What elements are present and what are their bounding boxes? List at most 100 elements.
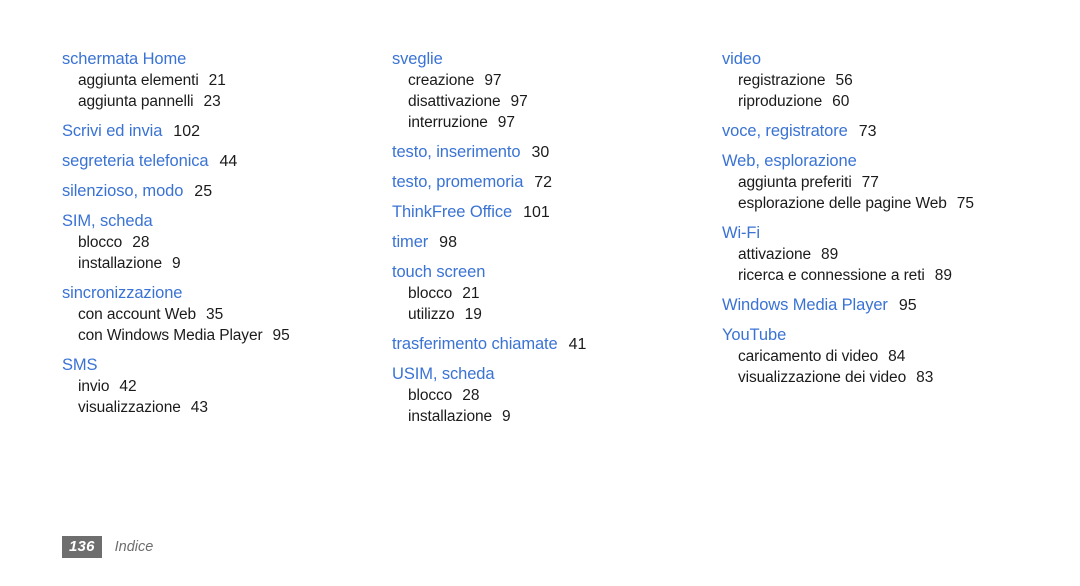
index-heading-entry[interactable]: Windows Media Player 95 [722, 295, 1062, 316]
index-page-number: 44 [219, 153, 238, 170]
index-heading-label: SMS [62, 356, 98, 374]
index-heading-label: testo, promemoria [392, 173, 524, 191]
index-group: YouTube caricamento di video 84 visualizzaz… [722, 325, 1062, 388]
index-sub-label: ricerca e connessione a reti [738, 267, 925, 284]
index-page-number: 72 [534, 174, 553, 191]
index-sub-entry[interactable]: attivazione 89 [738, 244, 1062, 265]
index-sub-entry[interactable]: interruzione 97 [408, 112, 722, 133]
index-page-number: 35 [205, 306, 224, 323]
index-heading-entry[interactable]: video [722, 49, 1062, 70]
index-heading-entry[interactable]: ThinkFree Office 101 [392, 202, 722, 223]
index-heading-entry[interactable]: voce, registratore 73 [722, 121, 1062, 142]
index-page-number: 75 [956, 195, 975, 212]
index-sub-entry[interactable]: riproduzione 60 [738, 91, 1062, 112]
index-column: schermata Home aggiunta elementi 21 aggiunt… [62, 49, 392, 418]
index-sub-entry[interactable]: registrazione 56 [738, 70, 1062, 91]
index-heading-entry[interactable]: Wi-Fi [722, 223, 1062, 244]
index-heading-entry[interactable]: segreteria telefonica 44 [62, 151, 392, 172]
index-sub-entry[interactable]: blocco 21 [408, 283, 722, 304]
index-sub-entry[interactable]: blocco 28 [78, 232, 392, 253]
index-page-number: 102 [173, 123, 200, 140]
index-sub-label: registrazione [738, 72, 826, 89]
index-sub-entry[interactable]: visualizzazione 43 [78, 397, 392, 418]
index-sub-label: attivazione [738, 246, 812, 263]
index-sub-entry[interactable]: ricerca e connessione a reti 89 [738, 265, 1062, 286]
index-group: segreteria telefonica 44 [62, 151, 392, 172]
index-sub-entry[interactable]: aggiunta pannelli 23 [78, 91, 392, 112]
index-page-number: 95 [272, 327, 290, 344]
index-heading-entry[interactable]: testo, promemoria 72 [392, 172, 722, 193]
index-page-number: 9 [172, 255, 181, 272]
index-heading-entry[interactable]: testo, inserimento 30 [392, 142, 722, 163]
index-sub-label: interruzione [408, 114, 488, 131]
index-group: testo, inserimento 30 [392, 142, 722, 163]
index-group: Wi-Fi attivazione 89 ricerca e connessione … [722, 223, 1062, 286]
index-group: Windows Media Player 95 [722, 295, 1062, 316]
index-sub-entry[interactable]: aggiunta elementi 21 [78, 70, 392, 91]
index-heading-label: sincronizzazione [62, 284, 183, 302]
index-sub-entry[interactable]: con account Web 35 [78, 304, 392, 325]
index-heading-entry[interactable]: schermata Home [62, 49, 392, 70]
index-group: timer 98 [392, 232, 722, 253]
index-sub-label: con account Web [78, 306, 196, 323]
index-sub-label: con Windows Media Player [78, 327, 263, 344]
index-heading-label: voce, registratore [722, 122, 848, 140]
index-heading-entry[interactable]: Scrivi ed invia 102 [62, 121, 392, 142]
footer-page-number-badge: 136 [62, 536, 102, 558]
index-page-number: 97 [497, 114, 516, 131]
index-sub-label: blocco [408, 387, 453, 404]
index-sub-label: riproduzione [738, 93, 823, 110]
index-sub-entry[interactable]: installazione 9 [408, 406, 722, 427]
index-heading-entry[interactable]: silenzioso, modo 25 [62, 181, 392, 202]
index-page-number: 98 [439, 234, 457, 251]
index-sub-entry[interactable]: esplorazione delle pagine Web 75 [738, 193, 1062, 214]
index-page-number: 95 [898, 297, 917, 314]
index-sub-label: caricamento di video [738, 348, 879, 365]
index-heading-entry[interactable]: USIM, scheda [392, 364, 722, 385]
index-heading-entry[interactable]: trasferimento chiamate 41 [392, 334, 722, 355]
index-sub-entry[interactable]: aggiunta preferiti 77 [738, 172, 1062, 193]
index-group: video registrazione 56 riproduzione 60 [722, 49, 1062, 112]
index-page-number: 30 [531, 144, 550, 161]
index-heading-entry[interactable]: sveglie [392, 49, 722, 70]
index-sub-label: aggiunta pannelli [78, 93, 194, 110]
index-heading-label: SIM, scheda [62, 212, 153, 230]
index-sub-entry[interactable]: invio 42 [78, 376, 392, 397]
index-sub-entry[interactable]: installazione 9 [78, 253, 392, 274]
index-sub-label: aggiunta elementi [78, 72, 199, 89]
index-sub-label: esplorazione delle pagine Web [738, 195, 947, 212]
index-sub-entry[interactable]: blocco 28 [408, 385, 722, 406]
index-page-number: 23 [203, 93, 221, 110]
index-page-number: 97 [484, 72, 502, 89]
index-heading-entry[interactable]: SMS [62, 355, 392, 376]
index-heading-entry[interactable]: timer 98 [392, 232, 722, 253]
index-heading-entry[interactable]: sincronizzazione [62, 283, 392, 304]
index-heading-label: trasferimento chiamate [392, 335, 558, 353]
index-sub-entry[interactable]: con Windows Media Player 95 [78, 325, 392, 346]
index-page-number: 77 [861, 174, 879, 191]
index-page-number: 43 [190, 399, 208, 416]
index-sub-label: visualizzazione dei video [738, 369, 907, 386]
index-page-number: 21 [462, 285, 480, 302]
index-heading-entry[interactable]: Web, esplorazione [722, 151, 1062, 172]
index-sub-entry[interactable]: utilizzo 19 [408, 304, 722, 325]
index-group: sincronizzazione con account Web 35 con Win… [62, 283, 392, 346]
index-sub-label: visualizzazione [78, 399, 181, 416]
index-heading-label: testo, inserimento [392, 143, 521, 161]
index-page-number: 41 [568, 336, 587, 353]
index-columns: schermata Home aggiunta elementi 21 aggiunt… [62, 49, 1062, 427]
index-heading-label: segreteria telefonica [62, 152, 209, 170]
index-heading-entry[interactable]: SIM, scheda [62, 211, 392, 232]
index-page-number: 60 [832, 93, 850, 110]
index-sub-entry[interactable]: disattivazione 97 [408, 91, 722, 112]
index-heading-entry[interactable]: touch screen [392, 262, 722, 283]
page-footer: 136 Indice [62, 536, 153, 558]
index-sub-entry[interactable]: caricamento di video 84 [738, 346, 1062, 367]
index-sub-entry[interactable]: visualizzazione dei video 83 [738, 367, 1062, 388]
index-group: SMS invio 42 visualizzazione 43 [62, 355, 392, 418]
index-sub-label: disattivazione [408, 93, 501, 110]
index-heading-entry[interactable]: YouTube [722, 325, 1062, 346]
index-heading-label: silenzioso, modo [62, 182, 184, 200]
index-sub-entry[interactable]: creazione 97 [408, 70, 722, 91]
index-page: schermata Home aggiunta elementi 21 aggiunt… [0, 0, 1080, 586]
